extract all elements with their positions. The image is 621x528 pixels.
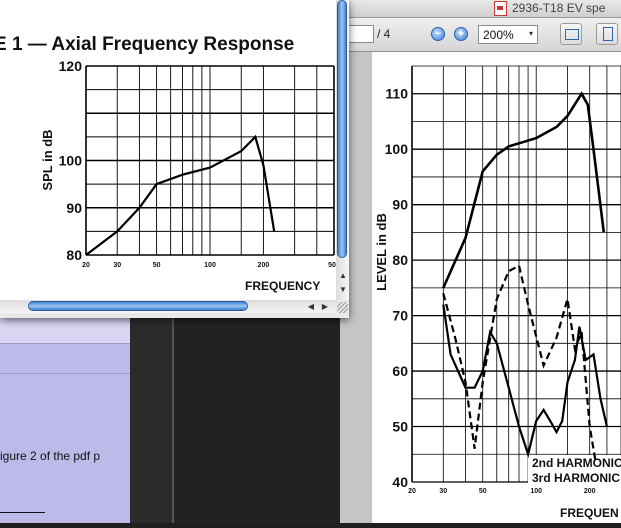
chevron-down-icon: ▾: [528, 29, 533, 38]
scroll-down-arrow-icon[interactable]: ▼: [337, 284, 349, 296]
x-tick-label: 50: [153, 262, 161, 269]
window-edge: [172, 317, 174, 523]
caption-text: igure 2 of the pdf p: [0, 449, 101, 463]
y-tick-label: 120: [59, 58, 83, 74]
x-axis-label: FREQUENCY: [245, 279, 320, 293]
fit-page-button[interactable]: [596, 23, 618, 45]
y-tick-label: 100: [385, 141, 409, 157]
zoom-out-button[interactable]: −: [431, 27, 445, 41]
figure-1-chart: E 1 — Axial Frequency Response 80 90 100 120…: [0, 34, 336, 293]
x-tick-label: 30: [439, 488, 447, 495]
page-number-field[interactable]: [348, 25, 374, 43]
x-tick-label: 20: [408, 488, 416, 495]
scroll-right-arrow-icon[interactable]: ▶: [319, 301, 331, 313]
fit-width-icon: [565, 29, 579, 40]
x-tick-label: 200: [258, 262, 270, 269]
y-axis-label: SPL in dB: [40, 129, 55, 190]
editor-header-strip: [0, 317, 130, 344]
image-canvas: E 1 — Axial Frequency Response 80 90 100 120…: [0, 0, 336, 300]
y-axis-label: LEVEL in dB: [374, 213, 389, 291]
y-tick-label: 60: [392, 363, 408, 379]
vertical-scroll-thumb[interactable]: [337, 0, 347, 258]
y-tick-label: 50: [392, 419, 408, 435]
page-total-label: / 4: [377, 27, 391, 41]
fit-page-icon: [603, 27, 613, 41]
y-tick-label: 90: [392, 197, 408, 213]
x-tick-label: 500: [328, 262, 336, 269]
pdf-window-title: 2936-T18 EV spe: [512, 1, 606, 15]
vertical-scrollbar[interactable]: [336, 0, 349, 300]
horizontal-scroll-thumb[interactable]: [28, 301, 248, 311]
x-tick-label: 20: [82, 262, 90, 269]
scroll-up-arrow-icon[interactable]: ▲: [337, 270, 349, 282]
x-tick-label: 50: [479, 488, 487, 495]
y-tick-label: 40: [392, 474, 408, 490]
y-tick-label: 70: [392, 308, 408, 324]
y-tick-label: 90: [66, 200, 82, 216]
x-tick-label: 100: [530, 488, 542, 495]
y-tick-label: 80: [66, 247, 82, 263]
pdf-page: 40 50 60 70 80 90 100 110 20 30 50 100 200 LEVEL in d…: [372, 52, 621, 523]
fit-width-button[interactable]: [560, 23, 582, 45]
horizontal-scrollbar[interactable]: [0, 300, 336, 313]
x-tick-label: 100: [204, 262, 216, 269]
editor-divider: [0, 373, 130, 374]
pdf-toolbar: / 4 − + 200% ▾: [340, 18, 621, 52]
y-tick-label: 80: [392, 252, 408, 268]
x-axis-label: FREQUEN: [560, 506, 619, 520]
pdf-titlebar: 2936-T18 EV spe: [340, 0, 621, 18]
scroll-left-arrow-icon[interactable]: ◀: [305, 301, 317, 313]
zoom-value: 200%: [483, 28, 514, 42]
y-tick-label: 100: [59, 153, 83, 169]
caption-underline: [0, 512, 45, 513]
legend-2nd-harmonic: 2nd HARMONIC: [532, 456, 621, 470]
pdf-document-icon: [494, 1, 507, 16]
image-preview-window: E 1 — Axial Frequency Response 80 90 100 120…: [0, 0, 349, 318]
legend-3rd-harmonic: 3rd HARMONIC: [532, 471, 620, 485]
zoom-in-button[interactable]: +: [454, 27, 468, 41]
x-tick-label: 200: [584, 488, 596, 495]
x-tick-label: 30: [113, 262, 121, 269]
series-curve: [442, 304, 608, 459]
y-tick-label: 110: [385, 86, 408, 102]
series-curve: [442, 91, 606, 289]
figure-2-chart: 40 50 60 70 80 90 100 110 20 30 50 100 200 LEVEL in d…: [374, 65, 621, 520]
zoom-select[interactable]: 200% ▾: [478, 25, 538, 44]
document-editor: igure 2 of the pdf p: [0, 317, 130, 523]
response-curve: [85, 134, 276, 256]
figure-1-title: E 1 — Axial Frequency Response: [0, 34, 294, 55]
resize-grip-icon[interactable]: [337, 302, 348, 313]
window-gap: [130, 317, 172, 523]
